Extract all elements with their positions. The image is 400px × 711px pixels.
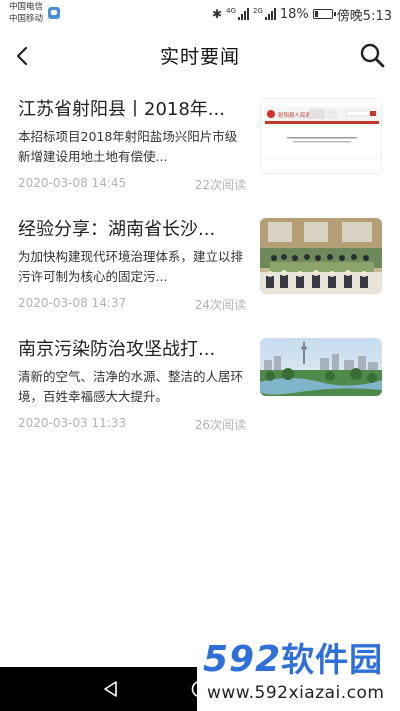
news-item[interactable]: 经验分享：湖南省长沙... 为加快构建现代环境治理体系，建立以排污许可制为核心的…	[0, 204, 400, 324]
news-summary: 清新的空气、洁净的水源、整洁的人居环境，百姓幸福感大大提升。	[18, 369, 244, 404]
news-date: 2020-03-08 14:45	[18, 176, 127, 190]
news-summary: 为加快构建现代环境治理体系，建立以排污许可制为核心的固定污...	[18, 249, 244, 284]
network-2-label: 2G	[253, 7, 263, 15]
news-date: 2020-03-03 11:33	[18, 416, 127, 430]
carrier-1-label: 中国电信	[9, 2, 44, 12]
back-button[interactable]	[8, 40, 38, 72]
city-skyline-photo	[260, 338, 382, 396]
news-item[interactable]: 江苏省射阳县丨2018年... 本招标项目2018年射阳盐场兴阳片市级新增建设用…	[0, 84, 400, 204]
chevron-left-icon	[16, 46, 28, 66]
network-1-label: 4G	[226, 7, 236, 15]
page-title: 实时要闻	[159, 46, 240, 68]
news-read-count: 26次阅读	[194, 418, 246, 432]
battery-percent: 18%	[279, 6, 309, 22]
nav-back-button[interactable]	[101, 679, 121, 699]
news-read-count: 22次阅读	[194, 178, 246, 192]
news-date: 2020-03-08 14:37	[18, 296, 127, 310]
news-item[interactable]: 南京污染防治攻坚战打... 清新的空气、洁净的水源、整洁的人居环境，百姓幸福感大…	[0, 324, 400, 444]
news-list: 江苏省射阳县丨2018年... 本招标项目2018年射阳盐场兴阳片市级新增建设用…	[0, 84, 400, 444]
search-icon	[360, 43, 385, 68]
news-title: 江苏省射阳县丨2018年...	[18, 99, 225, 120]
news-read-count: 24次阅读	[194, 298, 246, 312]
conference-room-photo	[260, 218, 382, 294]
triangle-back-icon	[104, 681, 117, 697]
app-header: 实时要闻	[0, 28, 400, 84]
status-bar: 中国电信 中国移动 ✱ 4G 2G 18% 傍晚5:13	[0, 0, 400, 28]
carrier-2-label: 中国移动	[9, 14, 44, 24]
watermark-logo-number: 592	[203, 639, 282, 680]
webpage-screenshot-thumbnail: 射阳县人民政府	[260, 98, 382, 174]
signal-1-icon: 4G	[226, 8, 249, 20]
watermark-url: www.592xiazai.com	[207, 683, 385, 703]
signal-2-icon: 2G	[253, 8, 276, 20]
news-title: 南京污染防治攻坚战打...	[18, 339, 216, 360]
search-button[interactable]	[356, 40, 388, 72]
watermark-logo-text: 软件园	[281, 640, 384, 679]
battery-icon	[312, 9, 336, 19]
battery-level-fill	[314, 11, 318, 17]
bluetooth-icon: ✱	[212, 7, 223, 21]
watermark-logo: 592软件园	[203, 639, 383, 681]
notification-app-icon	[48, 7, 60, 19]
site-watermark: 592软件园 www.592xiazai.com	[197, 637, 400, 711]
news-summary: 本招标项目2018年射阳盐场兴阳片市级新增建设用地土地有偿使...	[18, 129, 238, 164]
status-indicators: ✱ 4G 2G 18% 傍晚5:13	[212, 4, 392, 24]
news-title: 经验分享：湖南省长沙...	[18, 219, 216, 240]
clock: 傍晚5:13	[336, 8, 392, 24]
